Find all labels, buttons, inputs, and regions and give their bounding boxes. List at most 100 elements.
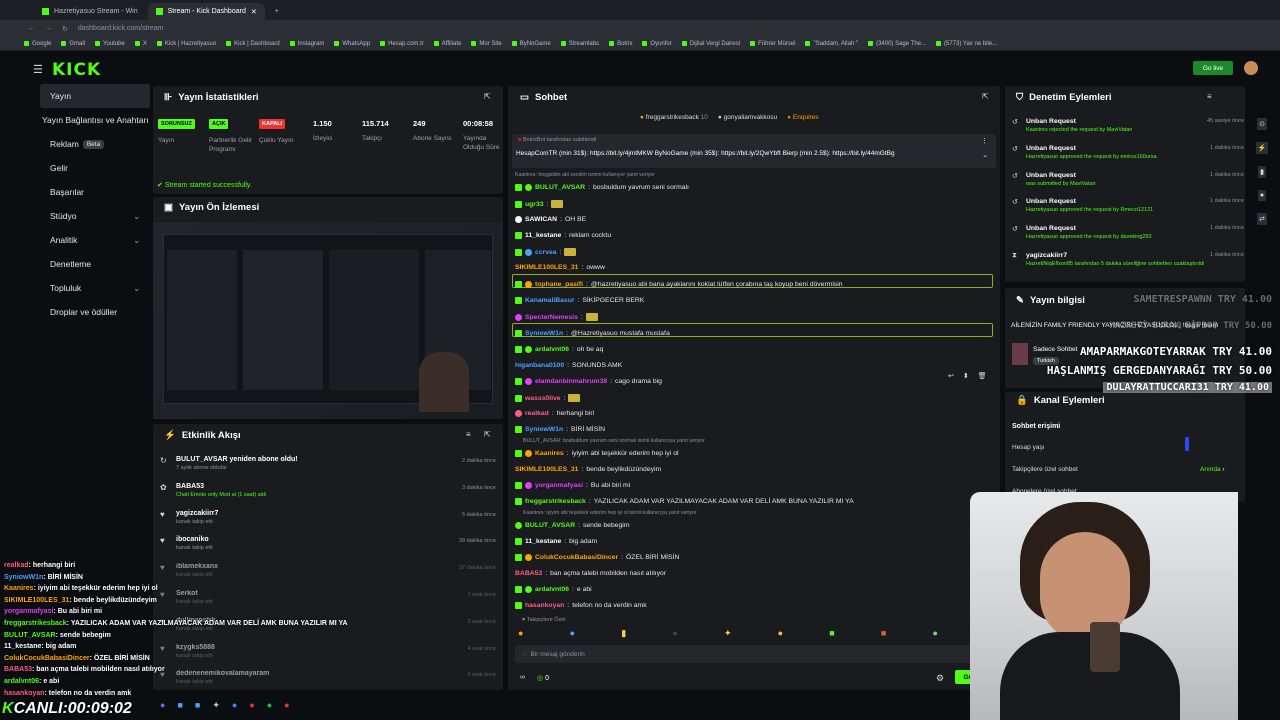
sidebar-item-2[interactable]: Reklam Beta (40, 132, 150, 156)
bookmark-item[interactable]: Instagram (289, 41, 324, 47)
chat-message[interactable]: BULUT_AVSAR: sende bebegim (515, 522, 629, 529)
chat-message[interactable]: SAWICAN: OH BE (515, 216, 586, 223)
emote-icon[interactable]: ● (570, 628, 575, 639)
mod-action-item[interactable]: ↺ Unban Request was submitted by MaviVatan… (1012, 172, 1244, 187)
chat-username[interactable]: 11_kestane (525, 538, 561, 545)
emote-icon[interactable]: ■ (881, 628, 886, 639)
chat-message[interactable]: ugr33: (515, 200, 564, 208)
bookmark-item[interactable]: Google (24, 41, 51, 47)
chat-message[interactable]: ColukCocukBabasiDincer: ÖZEL BİRİ MİSİN (515, 554, 679, 561)
bookmark-item[interactable]: Oyunfor (642, 41, 672, 47)
reload-icon[interactable]: ↻ (62, 25, 68, 33)
bookmark-item[interactable]: X (134, 41, 147, 47)
settings-icon[interactable]: ⚙ (936, 673, 944, 684)
bookmark-item[interactable]: Affiliate (433, 41, 461, 47)
chat-message[interactable]: freggarstrikesback: YAZILICAK ADAM VAR YA… (515, 498, 854, 505)
activity-item[interactable]: ♥ ibocaniko kanalı takip etti 28 dakika önc… (160, 536, 500, 551)
delete-icon[interactable]: 🗑 (978, 372, 987, 380)
chevron-down-icon[interactable]: ⌄ (133, 284, 140, 293)
filter-icon[interactable]: ≡ (466, 430, 471, 439)
chat-username[interactable]: higanbana0100 (515, 362, 564, 369)
chat-username[interactable]: SpecterNemesis (525, 314, 578, 321)
sidebar-item-7[interactable]: Denetleme (40, 252, 150, 276)
mod-action-item[interactable]: ↺ Unban Request Hazretiyasuo approved the … (1012, 198, 1244, 213)
activity-item[interactable]: ♥ Serkot kanalı takip etti 1 saat önce (160, 590, 500, 605)
bookmark-item[interactable]: "Saddam, Allah " (805, 41, 858, 47)
chat-username[interactable]: SIKIMLE100LES_31 (515, 466, 578, 473)
avatar[interactable] (1244, 61, 1258, 75)
sidebar-item-0[interactable]: Yayın (40, 84, 150, 108)
reply-icon[interactable]: ↩ (948, 372, 954, 380)
forward-icon[interactable]: → (45, 25, 52, 32)
chat-username[interactable]: ardalvnt06 (535, 346, 569, 353)
more-icon[interactable]: ⋮ (981, 137, 988, 145)
chat-input[interactable]: ◌ Bir mesaj gönderin (515, 645, 993, 663)
mod-action-item[interactable]: ↺ Unban Request Hazretiyasuo approved the … (1012, 225, 1244, 240)
mod-action-item[interactable]: ⧗ yagizcakiirr7 HazretiNiqEflson85 tarafın… (1012, 252, 1244, 267)
sidebar-item-4[interactable]: Başarılar (40, 180, 150, 204)
sidebar-item-1[interactable]: Yayın Bağlantısı ve Anahtarı (40, 108, 150, 132)
emote-icon[interactable]: ✦ (724, 628, 732, 639)
taskbar-app-icon[interactable]: ● (267, 700, 272, 711)
chat-message[interactable]: hasankoyan: telefon no da verdin amk (515, 602, 647, 609)
chat-username[interactable]: ardalvnt06 (535, 586, 569, 593)
taskbar-app-icon[interactable]: ● (160, 700, 165, 711)
chevron-down-icon[interactable]: ⌄ (133, 236, 140, 245)
url-field[interactable]: dashboard.kick.com/stream (78, 25, 164, 32)
taskbar-app-icon[interactable]: ● (232, 700, 237, 711)
chat-username[interactable]: ColukCocukBabasiDincer (535, 554, 618, 561)
chat-message[interactable]: KanamaliBasur: SİKİPGECER BERK (515, 297, 644, 304)
tool-icon[interactable]: ▮ (1258, 166, 1266, 178)
chat-username[interactable]: ugr33 (525, 201, 544, 208)
activity-item[interactable]: ↻ BULUT_AVSAR yeniden abone oldu! 7 aylık … (160, 456, 500, 471)
chat-message[interactable]: tophane_pasifi: @hazretiyasuo abi bana ay… (515, 281, 843, 288)
tool-icon[interactable]: ⚡ (1255, 142, 1269, 154)
chat-username[interactable]: SyniowW1n (525, 330, 563, 337)
chat-message[interactable]: SpecterNemesis: (515, 313, 598, 321)
bookmark-item[interactable]: Botrix (609, 41, 632, 47)
chat-username[interactable]: realkad (525, 410, 549, 417)
chat-message[interactable]: elamdanbinmahrum38: cago drama big (515, 378, 662, 385)
bookmark-item[interactable]: (5773) Yav ne bile... (936, 41, 997, 47)
chat-message[interactable]: 11_kestane: big adam (515, 538, 597, 545)
taskbar-app-icon[interactable]: ■ (177, 700, 182, 711)
new-tab-button[interactable]: + (267, 3, 287, 20)
bookmark-item[interactable]: Mor Site (471, 41, 502, 47)
emote-icon[interactable]: ■ (829, 628, 834, 639)
bookmark-item[interactable]: Dijital Vergi Dairesi (681, 41, 740, 47)
chat-username[interactable]: hasankoyan (525, 602, 564, 609)
chat-message[interactable]: SIKIMLE100LES_31: bende beylikdüzündeyim (515, 466, 661, 473)
chat-message[interactable]: yorganmafyasi: Bu abi biri mi (515, 482, 630, 489)
filter-icon[interactable]: ≡ (1207, 92, 1212, 101)
chat-username[interactable]: wasss0live (525, 395, 561, 402)
chat-username[interactable]: 11_kestane (525, 232, 561, 239)
followers-chat-value[interactable]: Anında › (1200, 466, 1225, 473)
chat-username[interactable]: BULUT_AVSAR (525, 522, 575, 529)
chat-message[interactable]: SyniowW1n: @Hazretiyasuo mustafa mustafa (515, 330, 670, 337)
pin-icon[interactable]: ⬍ (963, 372, 969, 380)
sidebar-item-8[interactable]: Topluluk ⌄ (40, 276, 150, 300)
chat-username[interactable]: elamdanbinmahrum38 (535, 378, 607, 385)
pinned-message[interactable]: ■ BotrixBot tarafından sabitlendi HesapC… (512, 134, 996, 168)
chat-username[interactable]: BULUT_AVSAR (535, 184, 585, 191)
chat-username[interactable]: tophane_pasifi (535, 281, 583, 288)
chevron-down-icon[interactable]: ⌄ (133, 212, 140, 221)
chat-username[interactable]: SIKIMLE100LES_31 (515, 264, 578, 271)
chat-message[interactable]: SIKIMLE100LES_31: owww (515, 264, 605, 271)
tool-icon[interactable]: ⊙ (1257, 118, 1267, 130)
chat-username[interactable]: yorganmafyasi (535, 482, 583, 489)
emote-icon[interactable]: ● (518, 628, 523, 639)
bookmark-item[interactable]: WhatsApp (334, 41, 370, 47)
bookmark-item[interactable]: Kick | Dashboard (226, 41, 280, 47)
mod-action-item[interactable]: ↺ Unban Request Kaanires rejected the requ… (1012, 118, 1244, 133)
stream-preview-video[interactable] (153, 222, 503, 419)
go-live-button[interactable]: Go live (1193, 61, 1233, 75)
activity-item[interactable]: ♥ kzygks5888 kanalı takip etti 4 saat önce (160, 644, 500, 659)
bookmark-item[interactable]: (3400) Sage The... (868, 41, 926, 47)
taskbar-app-icon[interactable]: ● (249, 700, 254, 711)
gifter-item[interactable]: ● freggarstrikesback 10 (640, 114, 708, 121)
emote-icon[interactable]: ● (672, 628, 677, 639)
bookmark-item[interactable]: Gmail (61, 41, 85, 47)
bookmark-item[interactable]: Führer Mürsel (750, 41, 795, 47)
bookmark-item[interactable]: ByNoGame (511, 41, 551, 47)
